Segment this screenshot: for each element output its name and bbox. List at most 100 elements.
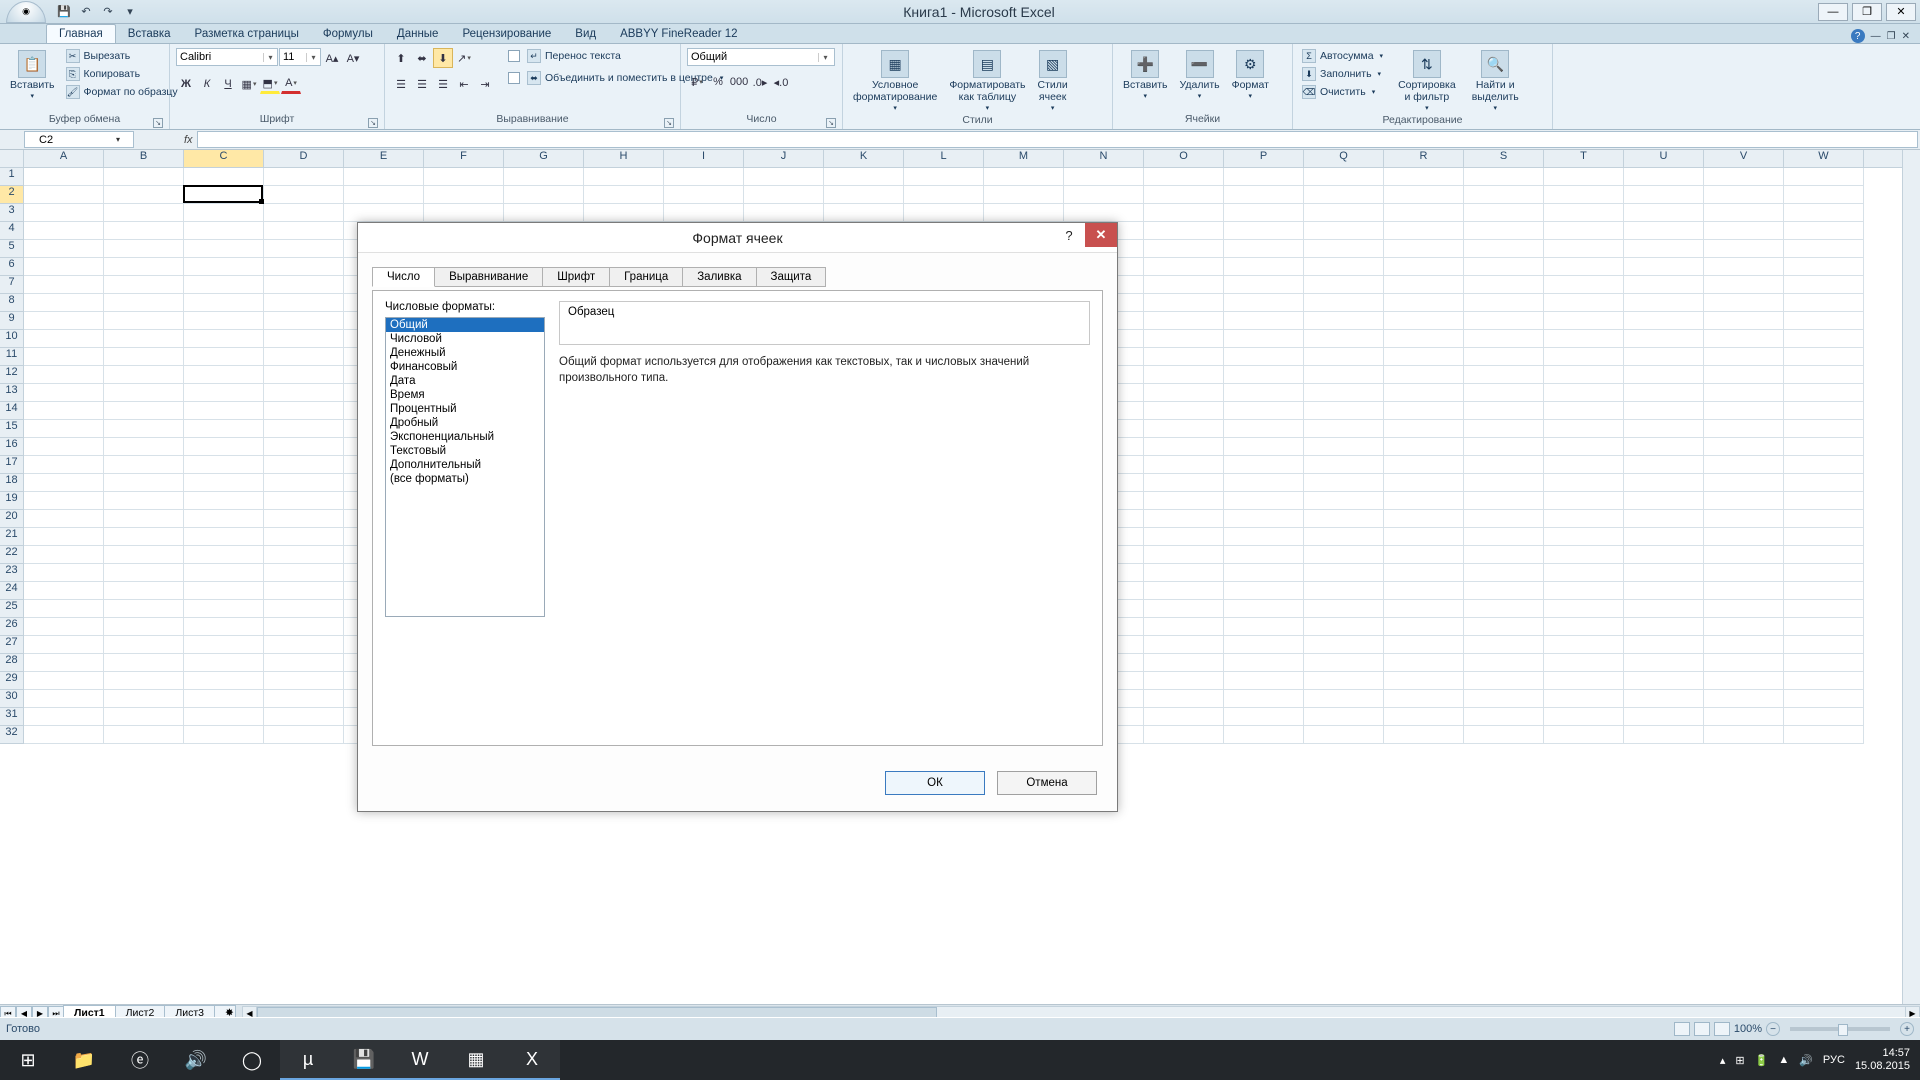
tray-battery-icon[interactable]: 🔋 [1755,1054,1769,1067]
column-header[interactable]: V [1704,150,1784,167]
cell[interactable] [1224,564,1304,582]
cell[interactable] [1304,420,1384,438]
cell[interactable] [104,546,184,564]
cell[interactable] [264,726,344,744]
cell[interactable] [1304,618,1384,636]
column-header[interactable]: A [24,150,104,167]
cell[interactable] [1624,564,1704,582]
cell[interactable] [1624,168,1704,186]
cell[interactable] [1464,312,1544,330]
column-header[interactable]: Q [1304,150,1384,167]
cell[interactable] [1384,420,1464,438]
cell[interactable] [1464,474,1544,492]
cell[interactable] [24,186,104,204]
cell[interactable] [1704,312,1784,330]
cell[interactable] [1384,474,1464,492]
cell[interactable] [184,600,264,618]
cell[interactable] [1224,726,1304,744]
cell[interactable] [24,330,104,348]
cell[interactable] [1784,438,1864,456]
cell[interactable] [24,546,104,564]
cell[interactable] [104,582,184,600]
cell[interactable] [1224,510,1304,528]
format-list-item[interactable]: Дополнительный [386,458,544,472]
format-list-item[interactable]: Общий [386,318,544,332]
cell[interactable] [184,420,264,438]
cell[interactable] [264,294,344,312]
cell[interactable] [264,618,344,636]
cell[interactable] [184,312,264,330]
row-header[interactable]: 19 [0,492,24,510]
cell[interactable] [1144,186,1224,204]
cell[interactable] [1144,636,1224,654]
align-left-icon[interactable]: ☰ [391,74,411,94]
cell[interactable] [584,204,664,222]
cell[interactable] [1304,348,1384,366]
cell[interactable] [1304,258,1384,276]
tab-view[interactable]: Вид [563,25,608,43]
tray-action-center-icon[interactable]: ⊞ [1735,1054,1744,1067]
cell[interactable] [104,672,184,690]
cell[interactable] [1784,510,1864,528]
tab-data[interactable]: Данные [385,25,451,43]
row-header[interactable]: 15 [0,420,24,438]
cell[interactable] [1624,258,1704,276]
cell[interactable] [1384,330,1464,348]
cell[interactable] [1784,582,1864,600]
select-all-corner[interactable] [0,150,24,167]
cell[interactable] [1464,276,1544,294]
row-header[interactable]: 28 [0,654,24,672]
cell[interactable] [1544,528,1624,546]
column-header[interactable]: L [904,150,984,167]
cell[interactable] [1704,294,1784,312]
cell[interactable] [104,222,184,240]
dialog-help-button[interactable]: ? [1053,223,1085,247]
start-button[interactable]: ⊞ [0,1040,56,1080]
cell[interactable] [984,186,1064,204]
column-header[interactable]: U [1624,150,1704,167]
cell[interactable] [24,312,104,330]
cell[interactable] [1624,528,1704,546]
column-header[interactable]: D [264,150,344,167]
cell[interactable] [424,186,504,204]
cell[interactable] [1464,582,1544,600]
cell[interactable] [1144,618,1224,636]
dialog-tab-font[interactable]: Шрифт [542,267,610,287]
cell[interactable] [1704,276,1784,294]
cell[interactable] [104,492,184,510]
cell[interactable] [424,168,504,186]
cell[interactable] [1464,564,1544,582]
cell[interactable] [1224,546,1304,564]
cell[interactable] [104,168,184,186]
cell[interactable] [1704,330,1784,348]
row-header[interactable]: 1 [0,168,24,186]
cell[interactable] [1544,654,1624,672]
number-format-combo[interactable]: ▾ [687,48,835,66]
cell[interactable] [24,294,104,312]
cell[interactable] [184,222,264,240]
cell[interactable] [1464,420,1544,438]
cell[interactable] [264,420,344,438]
cell[interactable] [264,204,344,222]
cell[interactable] [264,528,344,546]
cell[interactable] [984,204,1064,222]
cell[interactable] [1224,528,1304,546]
cell[interactable] [24,402,104,420]
cell[interactable] [1384,492,1464,510]
cell[interactable] [1544,240,1624,258]
cell[interactable] [1784,168,1864,186]
cell[interactable] [1624,510,1704,528]
cell[interactable] [1464,618,1544,636]
vertical-scrollbar[interactable] [1902,150,1920,1004]
cell[interactable] [264,492,344,510]
cell[interactable] [24,708,104,726]
cell[interactable] [264,510,344,528]
cell[interactable] [1624,402,1704,420]
cell[interactable] [1224,654,1304,672]
cell[interactable] [1464,726,1544,744]
cell[interactable] [104,636,184,654]
cell[interactable] [1624,348,1704,366]
row-header[interactable]: 14 [0,402,24,420]
dialog-tab-border[interactable]: Граница [609,267,683,287]
cell[interactable] [24,600,104,618]
